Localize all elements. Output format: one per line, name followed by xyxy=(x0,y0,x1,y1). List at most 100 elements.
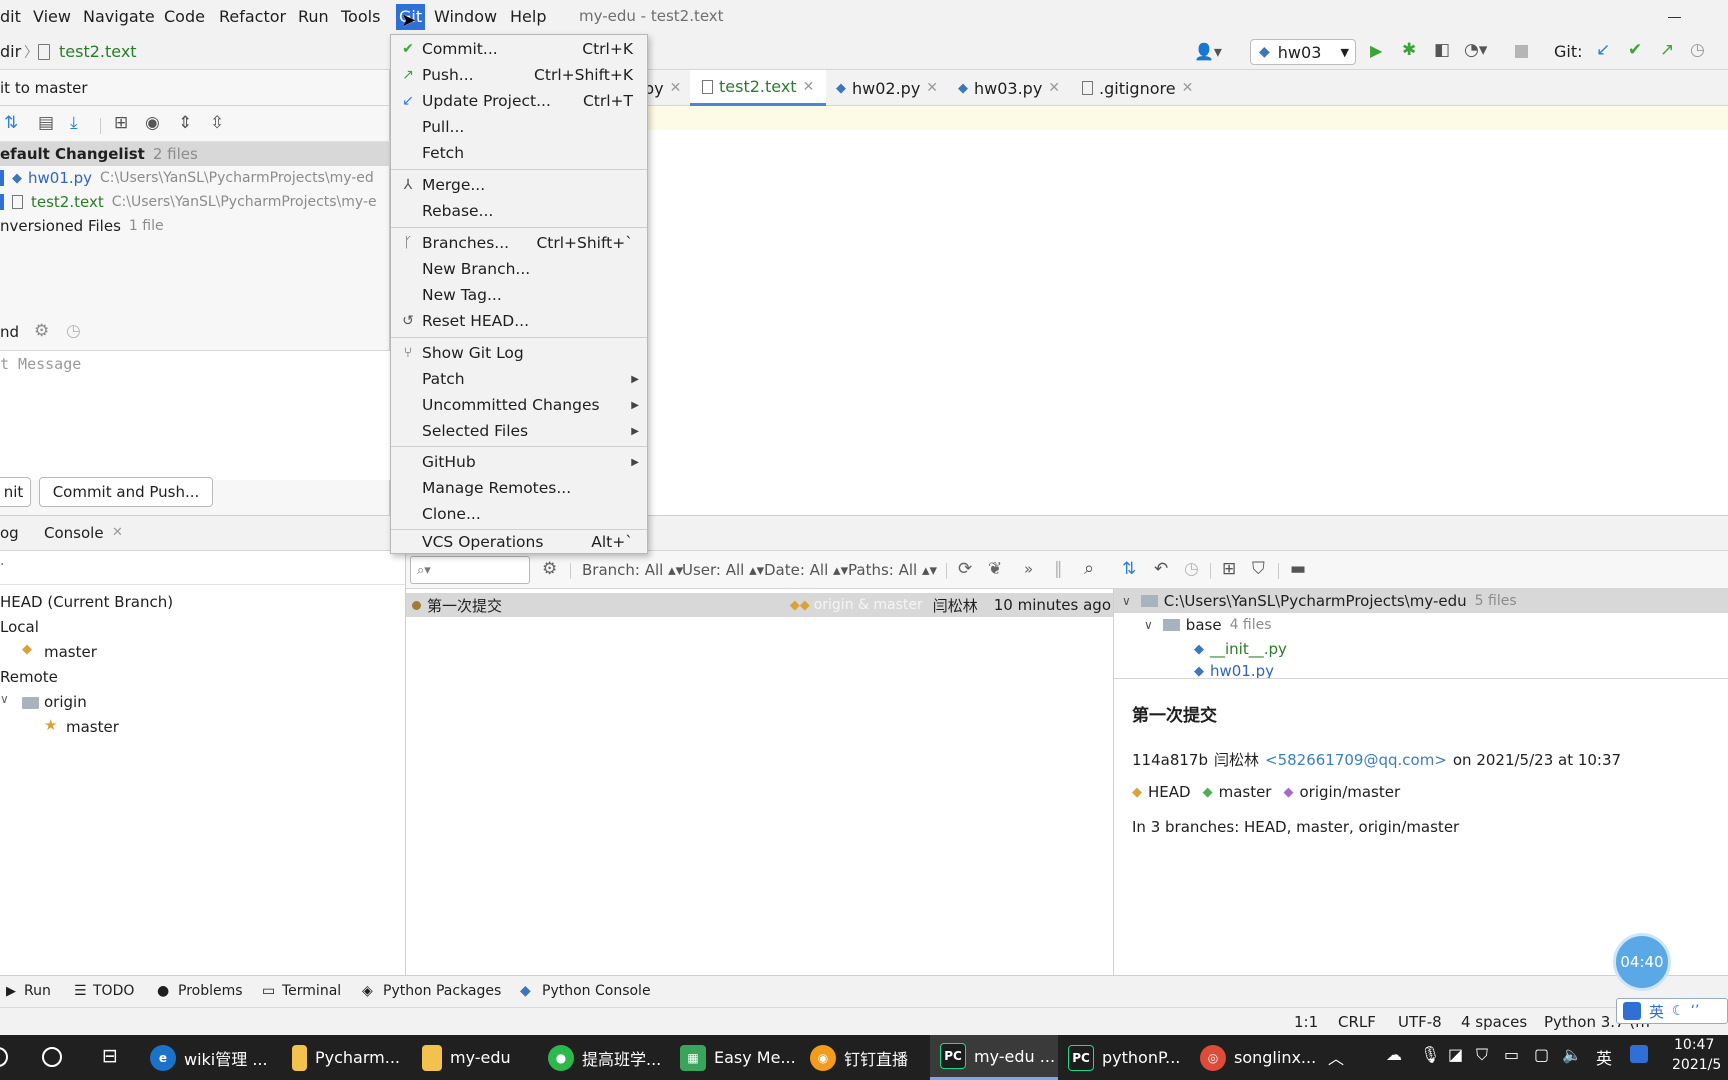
amend-label[interactable]: nd xyxy=(0,323,19,341)
volume-icon[interactable]: 🔈 xyxy=(1562,1045,1582,1064)
chevron-up-icon[interactable]: ︿ xyxy=(1328,1045,1344,1069)
breadcrumb-file[interactable]: test2.text xyxy=(59,42,137,61)
debug-icon[interactable]: ✱ xyxy=(1402,40,1416,60)
moon-icon[interactable]: ☾ xyxy=(1672,1003,1685,1019)
collapse-all-icon[interactable]: ⇳ xyxy=(210,113,224,133)
commit-and-push-button[interactable]: Commit and Push... xyxy=(39,477,213,507)
group-by-icon[interactable]: ⊞ xyxy=(1222,559,1236,579)
git-menu-new-tag[interactable]: New Tag... xyxy=(391,282,647,308)
commit-message-area[interactable]: t Message xyxy=(0,350,390,480)
git-menu-rebase[interactable]: Rebase... xyxy=(391,198,647,224)
start-button[interactable] xyxy=(0,1047,8,1067)
line-separator[interactable]: CRLF xyxy=(1338,1013,1376,1031)
commit-hash[interactable]: 114a817b xyxy=(1132,751,1208,769)
close-icon[interactable]: ✕ xyxy=(1182,80,1194,96)
menu-window[interactable]: Window xyxy=(434,7,497,26)
cloud-icon[interactable]: ☁ xyxy=(1386,1045,1402,1064)
taskbar-app-pycharm-folder[interactable]: Pycharm... xyxy=(292,1035,400,1080)
menu-help[interactable]: Help xyxy=(510,7,546,26)
close-icon[interactable]: ✕ xyxy=(1048,80,1060,96)
refresh-icon[interactable]: ⟳ xyxy=(958,559,972,579)
editor-tab[interactable]: py ✕ xyxy=(644,70,681,106)
clock-time[interactable]: 10:47 xyxy=(1674,1037,1714,1053)
run-icon[interactable]: ▶ xyxy=(1370,41,1382,60)
diff-icon[interactable]: ▤ xyxy=(38,113,54,133)
commit-icon[interactable]: ✔ xyxy=(1628,40,1642,60)
menu-run[interactable]: Run xyxy=(298,7,329,26)
close-icon[interactable]: ✕ xyxy=(803,79,815,95)
shield-icon[interactable]: ⛉ xyxy=(1476,1045,1488,1065)
taskbar-app-wechat[interactable]: ● 提高班学... xyxy=(548,1035,666,1080)
coverage-icon[interactable]: ◧ xyxy=(1434,40,1450,60)
menu-refactor[interactable]: Refactor xyxy=(219,7,286,26)
branch-local-master[interactable]: master xyxy=(44,643,97,661)
search-icon[interactable]: ⌕ xyxy=(1084,558,1094,579)
more-icon[interactable]: » xyxy=(1024,560,1033,578)
tool-python-packages[interactable]: Python Packages xyxy=(383,983,501,999)
ime-tray-icon[interactable] xyxy=(1630,1045,1648,1063)
minimize-button[interactable] xyxy=(1668,17,1681,18)
git-menu-clone[interactable]: Clone... xyxy=(391,501,647,527)
changelist-header[interactable]: efault Changelist 2 files xyxy=(0,142,390,166)
taskbar-app-dingtalk-live[interactable]: ◉ 钉钉直播 xyxy=(810,1035,928,1080)
tool-problems[interactable]: Problems xyxy=(178,983,243,999)
tree-file-row[interactable]: ◆ hw01.py xyxy=(1114,659,1728,678)
commit-email-link[interactable]: <582661709@qq.com> xyxy=(1265,751,1447,769)
run-config-selector[interactable]: ◆ hw03 ▼ xyxy=(1250,39,1356,65)
git-menu-github[interactable]: GitHub ▶ xyxy=(391,449,647,475)
git-menu-reset-head[interactable]: ↺ Reset HEAD... xyxy=(391,308,647,334)
git-menu-selected-files[interactable]: Selected Files ▶ xyxy=(391,418,647,444)
branch-origin-master[interactable]: master xyxy=(66,718,119,736)
display-icon[interactable]: ▢ xyxy=(1534,1045,1549,1064)
tool-terminal[interactable]: Terminal xyxy=(282,983,341,999)
indent-setting[interactable]: 4 spaces xyxy=(1461,1013,1527,1031)
tree-folder-row[interactable]: ∨ base 4 files xyxy=(1114,613,1728,637)
menu-navigate[interactable]: Navigate xyxy=(83,7,155,26)
menu-view[interactable]: View xyxy=(33,7,71,26)
chevron-down-icon[interactable]: ∨ xyxy=(0,692,9,706)
push-icon[interactable]: ↗ xyxy=(1660,40,1674,60)
taskbar-app-pycharm-python[interactable]: PC pythonP... xyxy=(1068,1035,1186,1080)
history-icon[interactable]: ◷ xyxy=(66,321,81,341)
taskbar-app-chrome[interactable]: ◎ songlinx... xyxy=(1200,1035,1318,1080)
git-menu-push[interactable]: ↗ Push... Ctrl+Shift+K xyxy=(391,62,647,88)
git-menu-new-branch[interactable]: New Branch... xyxy=(391,256,647,282)
file-encoding[interactable]: UTF-8 xyxy=(1398,1013,1442,1031)
git-menu-uncommitted-changes[interactable]: Uncommitted Changes ▶ xyxy=(391,392,647,418)
editor-tab[interactable]: ◆ hw02.py ✕ xyxy=(836,70,938,106)
refresh-icon[interactable]: ⇅ xyxy=(4,113,18,133)
git-menu-patch[interactable]: Patch ▶ xyxy=(391,366,647,392)
editor-tab-active[interactable]: test2.text ✕ xyxy=(690,70,827,106)
tool-python-console[interactable]: Python Console xyxy=(542,983,651,999)
punctuation-icon[interactable]: ‘’ xyxy=(1691,1003,1700,1019)
search-button-icon[interactable] xyxy=(42,1047,62,1067)
clock-date[interactable]: 2021/5 xyxy=(1672,1057,1721,1073)
tree-file-row[interactable]: ◆ __init__.py xyxy=(1114,637,1728,661)
layout-icon[interactable]: ▬ xyxy=(1290,559,1306,579)
branch-remote-origin[interactable]: origin xyxy=(44,693,87,711)
editor-tab[interactable]: .gitignore ✕ xyxy=(1082,70,1193,106)
changelist-file-row[interactable]: test2.text C:\Users\YanSL\PycharmProject… xyxy=(0,190,390,214)
close-icon[interactable]: ✕ xyxy=(670,80,682,96)
commit-row[interactable]: 第一次提交 ◆◆ origin & master 闫松林 10 minutes … xyxy=(406,593,1113,617)
paths-filter[interactable]: Paths: All ▴▾ xyxy=(848,561,937,579)
taskbar-app-pycharm-my-edu[interactable]: PC my-edu ... xyxy=(930,1035,1058,1080)
history-icon[interactable]: ◷ xyxy=(1184,559,1199,579)
update-project-icon[interactable]: ↙ xyxy=(1596,40,1610,60)
git-menu-vcs-operations[interactable]: VCS Operations Alt+` xyxy=(391,531,647,553)
battery-icon[interactable]: ▭ xyxy=(1504,1045,1519,1064)
taskbar-app-wiki[interactable]: e wiki管理 ... xyxy=(150,1035,268,1080)
settings-icon[interactable]: ⚙ xyxy=(34,321,49,341)
log-search-input[interactable]: ⌕▾ xyxy=(410,556,530,584)
microphone-icon[interactable]: 🎙 xyxy=(1420,1045,1440,1064)
shelve-icon[interactable]: ⤓ xyxy=(70,113,78,133)
group-by-icon[interactable]: ⊞ xyxy=(114,113,128,133)
tool-run[interactable]: Run xyxy=(24,983,51,999)
cherry-pick-icon[interactable]: ❦ xyxy=(988,559,1002,579)
branch-group-remote[interactable]: Remote xyxy=(0,668,58,686)
ime-toolbar[interactable]: 英 ☾ ‘’ xyxy=(1616,998,1728,1024)
chevron-down-icon[interactable]: ∨ xyxy=(1122,594,1131,608)
branch-search-field[interactable]: · xyxy=(0,551,405,585)
tab-console[interactable]: Console xyxy=(44,524,104,542)
expand-all-icon[interactable]: ⇕ xyxy=(178,113,192,133)
